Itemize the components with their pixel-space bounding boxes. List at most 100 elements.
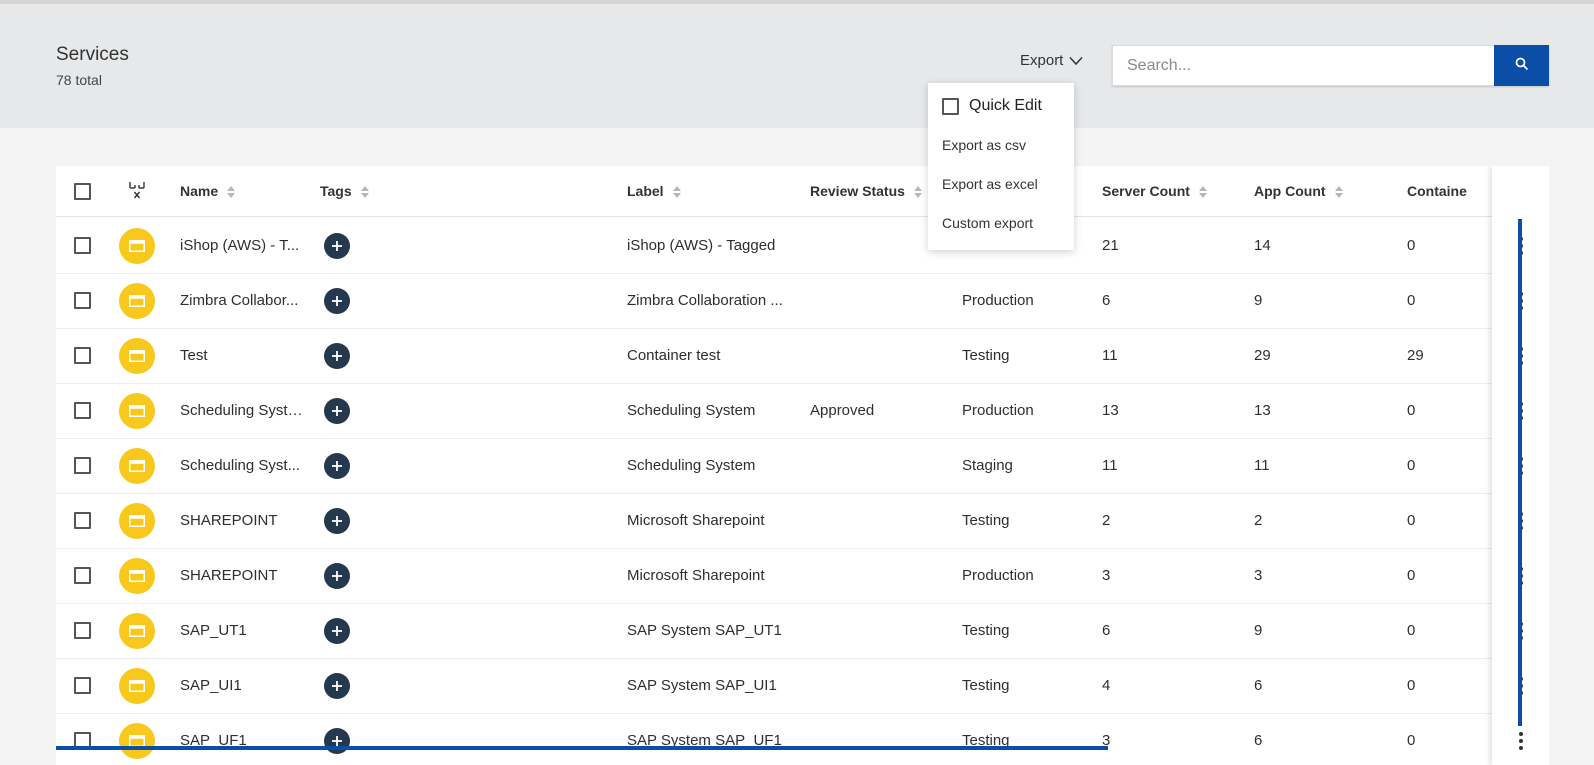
table-row[interactable]: Zimbra Collabor... Zimbra Collaboration .…: [56, 273, 1492, 329]
plus-icon: [332, 461, 342, 471]
server-count: 4: [1102, 677, 1111, 694]
container-count: 0: [1407, 622, 1416, 639]
service-icon: [119, 558, 155, 594]
plus-icon: [332, 516, 342, 526]
sort-icon: [672, 185, 681, 198]
table-row[interactable]: Scheduling Syste... Scheduling System Appr…: [56, 383, 1492, 439]
service-icon: [119, 393, 155, 429]
row-checkbox[interactable]: [74, 512, 91, 529]
row-checkbox[interactable]: [74, 402, 91, 419]
quick-edit-label: Quick Edit: [969, 97, 1042, 114]
table-row[interactable]: SAP_UI1 SAP System SAP_UI1 Testing 4 6 0: [56, 658, 1492, 714]
service-label: SAP System SAP_UF1: [627, 732, 782, 749]
service-name[interactable]: Test: [180, 328, 305, 384]
row-checkbox[interactable]: [74, 292, 91, 309]
service-icon: [119, 723, 155, 759]
total-count: 78 total: [56, 72, 102, 88]
app-count: 11: [1254, 457, 1270, 474]
service-name[interactable]: iShop (AWS) - T...: [180, 218, 305, 274]
app-count: 3: [1254, 567, 1263, 584]
export-excel-menu-item[interactable]: Export as excel: [942, 176, 1038, 192]
add-tag-button[interactable]: [324, 288, 350, 314]
service-name[interactable]: Scheduling Syst...: [180, 438, 305, 494]
row-checkbox[interactable]: [74, 457, 91, 474]
add-tag-button[interactable]: [324, 343, 350, 369]
add-tag-button[interactable]: [324, 233, 350, 259]
vertical-scrollbar[interactable]: [1518, 219, 1522, 726]
table-row[interactable]: iShop (AWS) - T... iShop (AWS) - Tagged 21…: [56, 218, 1492, 274]
row-checkbox[interactable]: [74, 237, 91, 254]
column-header-label[interactable]: Label: [627, 166, 682, 217]
search-button[interactable]: [1494, 45, 1549, 86]
column-header-app-count[interactable]: App Count: [1254, 166, 1344, 217]
add-tag-button[interactable]: [324, 618, 350, 644]
service-name[interactable]: SAP_UF1: [180, 713, 305, 765]
app-count: 14: [1254, 237, 1271, 254]
service-label: SAP System SAP_UI1: [627, 677, 777, 694]
container-count: 29: [1407, 347, 1424, 364]
row-checkbox[interactable]: [74, 567, 91, 584]
server-count: 21: [1102, 237, 1119, 254]
custom-export-menu-item[interactable]: Custom export: [942, 215, 1033, 231]
table-row[interactable]: SAP_UT1 SAP System SAP_UT1 Testing 6 9 0: [56, 603, 1492, 659]
horizontal-scrollbar[interactable]: [56, 746, 1108, 750]
table-row[interactable]: Test Container test Testing 11 29 29: [56, 328, 1492, 384]
container-count: 0: [1407, 732, 1416, 749]
service-icon: [119, 448, 155, 484]
service-name[interactable]: SHAREPOINT: [180, 548, 305, 604]
export-csv-menu-item[interactable]: Export as csv: [942, 137, 1026, 153]
table-row[interactable]: SHAREPOINT Microsoft Sharepoint Testing 2 2 0: [56, 493, 1492, 549]
plus-icon: [332, 406, 342, 416]
environment: Testing: [962, 512, 1010, 529]
service-name[interactable]: SAP_UT1: [180, 603, 305, 659]
app-count: 9: [1254, 622, 1263, 639]
plus-icon: [332, 626, 342, 636]
row-checkbox[interactable]: [74, 677, 91, 694]
app-count: 9: [1254, 292, 1263, 309]
sort-icon: [1198, 185, 1207, 198]
service-name[interactable]: SHAREPOINT: [180, 493, 305, 549]
select-all-checkbox[interactable]: [74, 183, 91, 200]
export-button[interactable]: Export: [1020, 52, 1083, 69]
service-label: Microsoft Sharepoint: [627, 512, 765, 529]
review-status: [810, 218, 940, 274]
plus-icon: [332, 571, 342, 581]
review-status: Approved: [810, 402, 875, 419]
add-tag-button[interactable]: [324, 398, 350, 424]
add-tag-button[interactable]: [324, 673, 350, 699]
add-tag-button[interactable]: [324, 728, 350, 754]
table-row[interactable]: SAP_UF1 SAP System SAP_UF1 Testing 3 6 0: [56, 713, 1492, 765]
plus-icon: [332, 681, 342, 691]
row-checkbox[interactable]: [74, 347, 91, 364]
more-options-icon[interactable]: [1514, 726, 1528, 756]
service-name[interactable]: SAP_UI1: [180, 658, 305, 714]
table-row[interactable]: Scheduling Syst... Scheduling System Stagi…: [56, 438, 1492, 494]
review-status: [810, 548, 940, 604]
environment: Testing: [962, 622, 1010, 639]
environment: Production: [962, 402, 1034, 419]
column-header-name[interactable]: Name: [180, 166, 236, 217]
add-tag-button[interactable]: [324, 563, 350, 589]
search-input[interactable]: [1112, 45, 1494, 86]
column-header-server-count[interactable]: Server Count: [1102, 166, 1208, 217]
add-tag-button[interactable]: [324, 453, 350, 479]
service-name[interactable]: Scheduling Syste...: [180, 383, 305, 439]
quick-edit-checkbox[interactable]: [942, 97, 959, 115]
container-count: 0: [1407, 567, 1416, 584]
service-name[interactable]: Zimbra Collabor...: [180, 273, 305, 329]
plus-icon: [332, 296, 342, 306]
container-count: 0: [1407, 402, 1416, 419]
column-header-review-status[interactable]: Review Status: [810, 166, 923, 217]
chevron-down-icon: [1069, 56, 1083, 66]
app-count: 6: [1254, 732, 1263, 749]
table-row[interactable]: SHAREPOINT Microsoft Sharepoint Production…: [56, 548, 1492, 604]
column-header-container-count[interactable]: Containe: [1407, 166, 1467, 217]
environment: Testing: [962, 732, 1010, 749]
review-status: [810, 438, 940, 494]
export-label: Export: [1020, 52, 1064, 69]
add-tag-button[interactable]: [324, 508, 350, 534]
column-header-tags[interactable]: Tags: [320, 166, 370, 217]
quick-edit-toggle[interactable]: Quick Edit: [942, 93, 1042, 119]
column-settings-icon[interactable]: [128, 180, 146, 200]
row-checkbox[interactable]: [74, 622, 91, 639]
